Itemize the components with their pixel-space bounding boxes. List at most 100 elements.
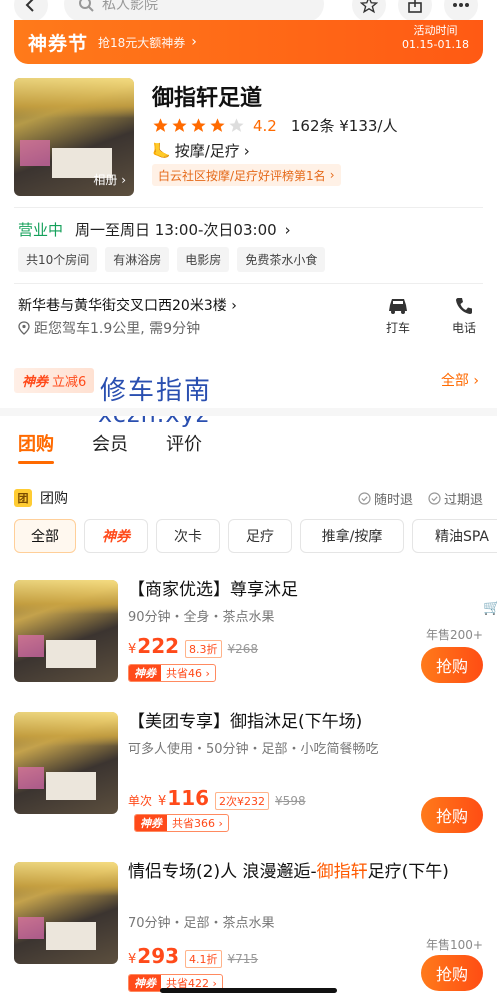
car-icon — [389, 299, 407, 314]
deal-image[interactable] — [14, 862, 118, 964]
hours-text: 周一至周日 13:00-次日03:00 — [75, 221, 277, 239]
group-buy-icon: 团 — [14, 489, 32, 507]
taxi-label: 打车 — [385, 321, 410, 335]
filter-pass[interactable]: 次卡 — [156, 519, 220, 553]
original-price: ¥715 — [227, 952, 259, 966]
star-empty-icon — [229, 118, 244, 132]
rank-badge-text: 白云社区按摩/足疗好评榜第1名 — [158, 168, 326, 183]
star-icon[interactable] — [352, 0, 386, 22]
filter-foot[interactable]: 足疗 — [228, 519, 292, 553]
tab-group-buy[interactable]: 团购 — [18, 430, 54, 464]
filter-all[interactable]: 全部 — [14, 519, 76, 553]
taxi-button[interactable]: 打车 — [378, 296, 418, 336]
group-buy-label: 团购 — [40, 491, 68, 507]
deal-image[interactable] — [14, 580, 118, 682]
refund-expired: 过期退 — [428, 489, 483, 508]
deal-subtitle: 70分钟・足部・茶点水果 — [128, 916, 275, 931]
deal-filters: 全部 神券 次卡 足疗 推拿/按摩 精油SPA — [14, 519, 497, 553]
business-hours[interactable]: 营业中 周一至周日 13:00-次日03:00 › — [18, 219, 291, 240]
promo-time-range: 01.15-01.18 — [402, 38, 469, 51]
chevron-right-icon: › — [191, 34, 197, 50]
divider — [14, 283, 483, 284]
discount-tag: 2次¥232 — [215, 792, 270, 810]
price-value: 222 — [137, 634, 180, 658]
search-input[interactable]: 私人影院 — [64, 0, 324, 22]
section-tabs: 团购 会员 评价 — [18, 430, 202, 464]
location-pin-icon — [18, 321, 30, 335]
deal-price: ¥ 293 4.1折 ¥715 — [128, 944, 258, 968]
original-price: ¥268 — [227, 642, 259, 656]
sold-count: 年售100+ — [426, 938, 483, 952]
tab-reviews[interactable]: 评价 — [166, 430, 202, 456]
savings-badge[interactable]: 神券 共省366 › — [134, 814, 229, 832]
facility-tag: 免费茶水小食 — [237, 247, 326, 272]
distance-text: 距您驾车1.9公里, 需9分钟 — [34, 321, 201, 337]
promo-subtitle: 抢18元大额神券 — [98, 35, 186, 50]
sold-count: 年售200+ — [426, 628, 483, 642]
star-filled-icon — [153, 118, 168, 132]
deal-title[interactable]: 【美团专享】御指沐足(下午场) — [128, 710, 483, 734]
phone-button[interactable]: 电话 — [444, 296, 484, 336]
shop-address[interactable]: 新华巷与黄华街交叉口西20米3楼 › — [18, 295, 237, 315]
promo-title: 神券节 — [28, 32, 89, 55]
shop-category[interactable]: 🦶 按摩/足疗 › — [152, 140, 250, 161]
search-icon — [79, 0, 94, 12]
price-prefix: 单次 — [128, 794, 153, 808]
shop-photo[interactable]: 相册 › — [14, 78, 134, 196]
buy-button[interactable]: 抢购 — [421, 797, 483, 833]
album-link[interactable]: 相册 › — [93, 171, 126, 188]
deal-image[interactable] — [14, 712, 118, 814]
shop-detail-page: 私人影院 神券节 抢18元大额神券 › 活动时间 01.15-01.18 相册 … — [0, 0, 497, 1000]
filter-coupon[interactable]: 神券 — [84, 519, 148, 553]
currency: ¥ — [128, 952, 137, 967]
rank-badge[interactable]: 白云社区按摩/足疗好评榜第1名 › — [152, 164, 341, 186]
deal-title[interactable]: 【商家优选】尊享沐足 — [128, 578, 483, 602]
chevron-right-icon: › — [329, 168, 335, 182]
shop-name: 御指轩足道 — [152, 86, 263, 111]
check-circle-icon — [428, 491, 441, 505]
filter-spa[interactable]: 精油SPA — [412, 519, 497, 553]
top-navigation-bar: 私人影院 — [0, 0, 497, 22]
refund-anytime: 随时退 — [358, 489, 413, 508]
coupon-badge: 神券 立减6 — [14, 367, 95, 393]
price-value: 293 — [137, 944, 180, 968]
section-gap — [0, 408, 497, 416]
chevron-right-icon: › — [231, 298, 237, 314]
coupon-row[interactable]: 神券 立减6 全部 › — [14, 365, 483, 395]
chevron-right-icon: › — [243, 141, 250, 160]
facility-tag: 电影房 — [177, 247, 230, 272]
star-filled-icon — [191, 118, 206, 132]
promo-banner[interactable]: 神券节 抢18元大额神券 › 活动时间 01.15-01.18 — [14, 20, 483, 64]
buy-button[interactable]: 抢购 — [421, 647, 483, 683]
foot-icon: 🦶 — [152, 141, 171, 160]
divider — [14, 207, 483, 208]
tab-membership[interactable]: 会员 — [92, 430, 128, 456]
more-icon[interactable] — [444, 0, 478, 22]
original-price: ¥598 — [275, 794, 306, 808]
star-filled-icon — [210, 118, 225, 132]
category-label: 按摩/足疗 — [174, 142, 240, 160]
share-icon[interactable] — [398, 0, 432, 22]
deal-subtitle: 90分钟・全身・茶点水果 — [128, 610, 275, 625]
phone-label: 电话 — [451, 321, 476, 335]
deal-price: ¥ 222 8.3折 ¥268 — [128, 634, 258, 658]
currency: ¥ — [128, 642, 137, 657]
currency: ¥ — [158, 794, 167, 809]
deal-title[interactable]: 情侣专场(2)人 浪漫邂逅-御指轩足疗(下午) — [128, 860, 483, 884]
cart-icon[interactable]: 🛒 — [483, 600, 497, 630]
all-coupons-link[interactable]: 全部 › — [441, 370, 479, 390]
shop-rating[interactable]: 4.2 162条 ¥133/人 — [152, 115, 398, 136]
savings-badge[interactable]: 神券 共省46 › — [128, 664, 216, 682]
deal-subtitle: 可多人使用・50分钟・足部・小吃简餐畅吃 — [128, 742, 379, 757]
phone-icon — [456, 298, 472, 314]
chevron-right-icon: › — [284, 220, 291, 239]
buy-button[interactable]: 抢购 — [421, 955, 483, 991]
open-status: 营业中 — [18, 221, 64, 239]
price-value: 116 — [167, 786, 210, 810]
home-indicator[interactable] — [160, 988, 337, 993]
rating-score: 4.2 — [253, 116, 277, 135]
filter-massage[interactable]: 推拿/按摩 — [300, 519, 404, 553]
back-icon[interactable] — [14, 0, 48, 22]
search-placeholder: 私人影院 — [102, 0, 158, 13]
discount-tag: 8.3折 — [185, 640, 222, 658]
